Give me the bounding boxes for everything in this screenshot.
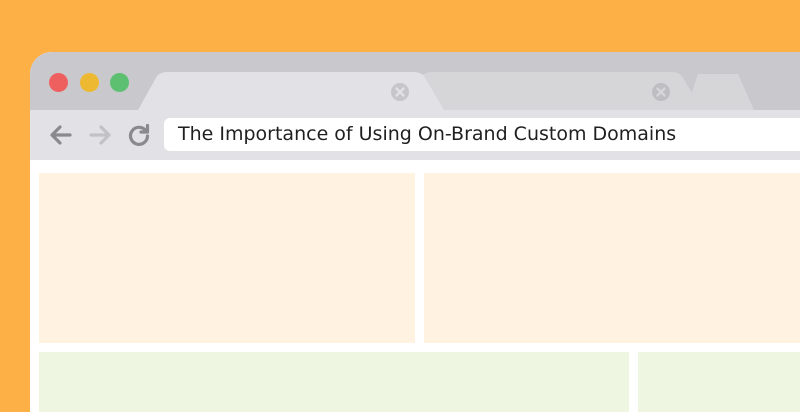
content-block-top-left [39,173,415,343]
reload-icon[interactable] [126,122,152,148]
address-bar[interactable]: The Importance of Using On-Brand Custom … [164,118,800,151]
content-block-top-right [424,173,800,343]
browser-toolbar: The Importance of Using On-Brand Custom … [30,110,800,160]
tab-close-icon[interactable] [391,83,409,101]
content-block-bottom-left [39,352,629,412]
page-content [30,164,800,412]
back-arrow-icon[interactable] [48,122,74,148]
tab-shapes [138,72,754,110]
browser-window: The Importance of Using On-Brand Custom … [30,52,800,412]
content-block-bottom-right [638,352,800,412]
tab-bar [30,52,800,110]
forward-arrow-icon[interactable] [87,122,113,148]
tab-close-icon[interactable] [652,83,670,101]
